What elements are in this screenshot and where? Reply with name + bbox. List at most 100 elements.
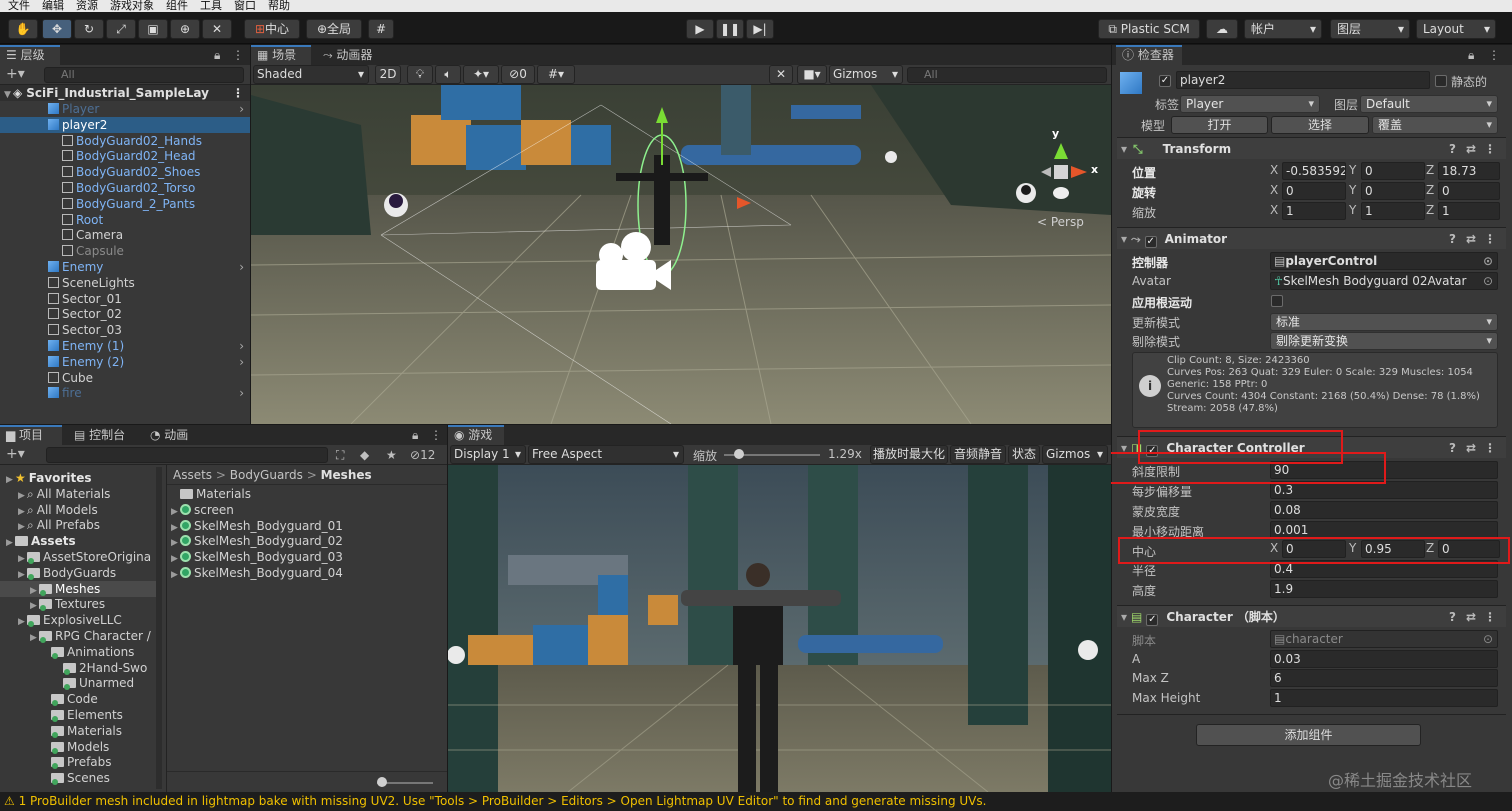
project-search-input[interactable]	[46, 447, 328, 463]
hierarchy-item[interactable]: Sector_01	[0, 291, 250, 307]
plastic-scm-button[interactable]: ⧉ Plastic SCM	[1098, 19, 1200, 39]
hierarchy-item[interactable]: SceneLights	[0, 275, 250, 291]
tab-animator[interactable]: ⤳ 动画器	[317, 45, 387, 65]
grid-toggle-icon[interactable]: #▾	[537, 65, 575, 84]
pause-button[interactable]: ❚❚	[716, 19, 744, 39]
hierarchy-item[interactable]: Sector_03	[0, 322, 250, 338]
hierarchy-item[interactable]: BodyGuard02_Hands	[0, 133, 250, 149]
update-mode-dropdown[interactable]: 标准	[1270, 313, 1498, 331]
static-checkbox[interactable]	[1435, 75, 1447, 87]
more-menu-icon[interactable]: ⋮	[232, 85, 244, 101]
hidden-objects-button[interactable]: ⊘0	[501, 65, 535, 84]
menu-window[interactable]: 窗口	[234, 0, 256, 11]
hierarchy-item[interactable]: Cube	[0, 370, 250, 386]
label-icon[interactable]: ◆	[360, 447, 369, 463]
game-viewport[interactable]	[448, 465, 1111, 792]
display-dropdown[interactable]: Display 1 ▾	[450, 445, 526, 464]
grid-snap-button[interactable]: #	[368, 19, 394, 39]
script-enabled-checkbox[interactable]: ✓	[1146, 614, 1159, 626]
stats-button[interactable]: 状态	[1008, 445, 1040, 464]
animator-enabled-checkbox[interactable]: ✓	[1144, 236, 1157, 248]
tab-inspector[interactable]: ⓘ 检查器	[1116, 45, 1182, 65]
chevron-right-icon[interactable]: ›	[239, 354, 244, 370]
active-checkbox[interactable]: ✓	[1159, 75, 1171, 87]
more-menu-icon[interactable]: ⋮	[1484, 228, 1496, 250]
preset-icon[interactable]: ⇄	[1466, 228, 1476, 250]
menu-help[interactable]: 帮助	[268, 0, 290, 11]
cloud-icon[interactable]: ☁	[1206, 19, 1238, 39]
hierarchy-item[interactable]: Root	[0, 212, 250, 228]
account-dropdown[interactable]: 帐户 ▾	[1244, 19, 1322, 39]
vector-field[interactable]: 0	[1438, 182, 1500, 200]
mode-2d-button[interactable]: 2D	[375, 65, 401, 84]
gizmos-dropdown[interactable]: Gizmos ▾	[829, 65, 903, 84]
tab-hierarchy[interactable]: ☰ 层级	[0, 45, 60, 65]
step-button[interactable]: ▶|	[746, 19, 774, 39]
a-field[interactable]: 0.03	[1270, 650, 1498, 668]
object-name-field[interactable]: player2	[1176, 71, 1430, 89]
scene-search-input[interactable]: All	[907, 67, 1107, 83]
more-menu-icon[interactable]: ⋮	[1484, 606, 1496, 628]
layers-dropdown[interactable]: 图层 ▾	[1330, 19, 1410, 39]
mute-audio-button[interactable]: 音频静音	[950, 445, 1006, 464]
more-menu-icon[interactable]: ⋮	[430, 427, 442, 443]
scene-root-row[interactable]: ▼ ◈ SciFi_Industrial_SampleLay ⋮	[0, 85, 250, 101]
object-picker-icon[interactable]: ⊙	[1483, 253, 1493, 269]
more-menu-icon[interactable]: ⋮	[1484, 437, 1496, 459]
project-file-item[interactable]: Materials	[167, 486, 447, 502]
camera-icon[interactable]: ■▾	[797, 65, 827, 84]
tree-scrollbar[interactable]	[156, 467, 162, 789]
hierarchy-item[interactable]: BodyGuard_2_Pants	[0, 196, 250, 212]
fold-arrow-icon[interactable]: ▶	[171, 567, 180, 583]
project-tree-item[interactable]: Unarmed	[0, 675, 160, 691]
rotate-tool-icon[interactable]: ↻	[74, 19, 104, 39]
breadcrumb-assets[interactable]: Assets	[173, 468, 212, 482]
project-tree-item[interactable]: ▶ ExplosiveLLC	[0, 612, 160, 628]
help-icon[interactable]: ?	[1449, 138, 1456, 160]
slider-thumb[interactable]	[377, 777, 387, 787]
menu-edit[interactable]: 编辑	[42, 0, 64, 11]
more-menu-icon[interactable]: ⋮	[232, 47, 244, 63]
project-file-item[interactable]: ▶ SkelMesh_Bodyguard_01	[167, 518, 447, 534]
tab-animation[interactable]: ◔ 动画	[144, 425, 204, 445]
hierarchy-item[interactable]: BodyGuard02_Torso	[0, 180, 250, 196]
vector-field[interactable]: 18.73	[1438, 162, 1500, 180]
culling-mode-dropdown[interactable]: 剔除更新变换	[1270, 332, 1498, 350]
vector-field[interactable]: 1	[1282, 202, 1346, 220]
lock-icon[interactable]: 🔒︎	[412, 427, 418, 443]
lighting-icon[interactable]: 💡︎	[407, 65, 433, 84]
hierarchy-item[interactable]: Enemy (1) ›	[0, 338, 250, 354]
rect-tool-icon[interactable]: ▣	[138, 19, 168, 39]
hierarchy-item[interactable]: player2	[0, 116, 250, 133]
lock-icon[interactable]: 🔒︎	[214, 47, 220, 63]
tag-dropdown[interactable]: Player	[1180, 95, 1320, 113]
hierarchy-item[interactable]: Capsule	[0, 243, 250, 259]
project-file-item[interactable]: ▶ SkelMesh_Bodyguard_04	[167, 565, 447, 581]
tab-game[interactable]: ◉ 游戏	[448, 425, 504, 445]
hierarchy-item[interactable]: Enemy (2) ›	[0, 354, 250, 370]
hierarchy-item[interactable]: BodyGuard02_Head	[0, 148, 250, 164]
project-tree-item[interactable]: ▶ ⌕ All Materials	[0, 486, 160, 502]
vector-field[interactable]: 1	[1361, 202, 1425, 220]
chevron-right-icon[interactable]: ›	[239, 101, 244, 117]
hidden-packages-button[interactable]: ⊘12	[410, 447, 435, 463]
project-tree-item[interactable]: ▶ Assets	[0, 533, 160, 549]
global-button[interactable]: ⊕全局	[306, 19, 362, 39]
project-file-item[interactable]: ▶ SkelMesh_Bodyguard_02	[167, 533, 447, 549]
vector-field[interactable]: 0	[1361, 182, 1425, 200]
add-icon[interactable]: +▾	[6, 446, 25, 462]
project-tree-item[interactable]: ▶ ⌕ All Prefabs	[0, 517, 160, 533]
preset-icon[interactable]: ⇄	[1466, 138, 1476, 160]
vector-field[interactable]: -0.583592	[1282, 162, 1346, 180]
max-height-field[interactable]: 1	[1270, 689, 1498, 707]
override-dropdown[interactable]: 覆盖	[1372, 116, 1498, 134]
chevron-right-icon[interactable]: ›	[239, 385, 244, 401]
scene-viewport[interactable]: y x < Persp	[251, 85, 1111, 424]
more-menu-icon[interactable]: ⋮	[1488, 47, 1500, 63]
hierarchy-item[interactable]: Enemy ›	[0, 259, 250, 275]
menu-tools[interactable]: 工具	[200, 0, 222, 11]
project-tree-item[interactable]: ▶ AssetStoreOrigina	[0, 549, 160, 565]
audio-icon[interactable]: 🔈︎	[435, 65, 461, 84]
shading-dropdown[interactable]: Shaded ▾	[253, 65, 369, 84]
tab-project[interactable]: ▆ 项目	[0, 425, 62, 445]
